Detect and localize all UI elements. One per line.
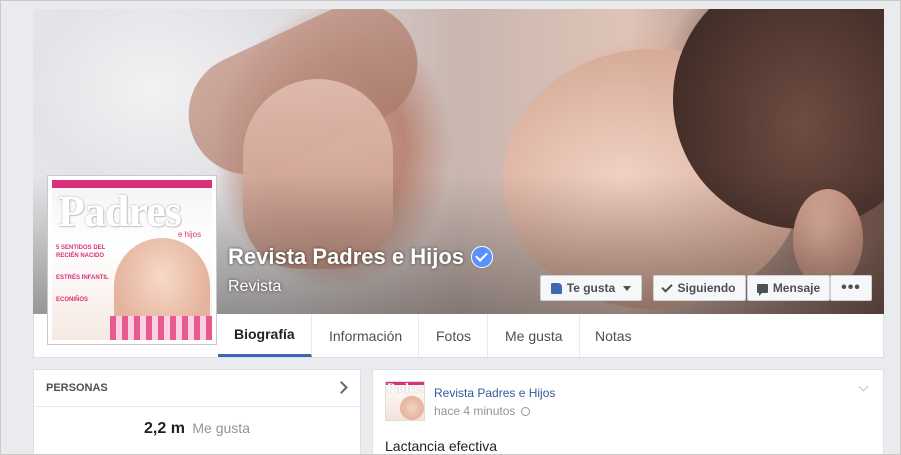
page-name-text[interactable]: Revista Padres e Hijos: [228, 244, 464, 270]
people-card-title: PERSONAS: [46, 382, 108, 394]
caret-down-icon: [623, 285, 632, 291]
magazine-subtitle: e hijos: [178, 230, 202, 239]
message-bubble-icon: [756, 283, 768, 296]
magazine-headline: ECONIÑOS: [56, 297, 89, 303]
following-button[interactable]: Siguiendo: [653, 275, 746, 301]
globe-icon: [521, 406, 531, 416]
post-card: Padres Revista Padres e Hijos hace 4 min…: [372, 369, 884, 454]
magazine-headline: 5 SENTIDOS DEL RECIÉN NACIDO: [56, 245, 106, 259]
like-button-label: Te gusta: [566, 281, 616, 295]
page-title[interactable]: Revista Padres e Hijos: [228, 244, 494, 270]
check-icon: [660, 280, 673, 293]
tab-notas[interactable]: Notas: [579, 314, 648, 357]
post-time-text[interactable]: hace 4 minutos: [434, 404, 515, 418]
magazine-title: Padres: [58, 187, 182, 236]
message-button[interactable]: Mensaje: [747, 275, 830, 301]
more-dots-icon: •••: [841, 279, 861, 296]
post-text: Lactancia efectiva: [385, 438, 498, 454]
tab-biografia[interactable]: Biografía: [218, 314, 312, 357]
magazine-headline: ESTRÉS INFANTIL: [56, 275, 109, 281]
page-category[interactable]: Revista: [228, 278, 281, 296]
facebook-page: Revista Padres e Hijos Revista Te gusta …: [0, 0, 901, 455]
avatar-baby-image: [400, 396, 424, 420]
people-card-header[interactable]: PERSONAS: [34, 370, 360, 407]
thumbs-up-icon: [550, 282, 562, 294]
tab-me-gusta[interactable]: Me gusta: [489, 314, 580, 357]
likes-count: 2,2 m: [144, 420, 185, 437]
verified-badge-icon: [471, 246, 494, 268]
page-likes: 2,2 m Me gusta: [34, 420, 360, 438]
more-options-button[interactable]: •••: [830, 275, 872, 301]
post-author-avatar[interactable]: Padres: [385, 381, 425, 421]
message-button-label: Mensaje: [772, 281, 821, 295]
post-timestamp[interactable]: hace 4 minutos: [434, 404, 531, 418]
magazine-cover: Padres e hijos 5 SENTIDOS DEL RECIÉN NAC…: [52, 180, 212, 340]
tab-fotos[interactable]: Fotos: [420, 314, 489, 357]
profile-picture[interactable]: Padres e hijos 5 SENTIDOS DEL RECIÉN NAC…: [47, 175, 217, 345]
tab-informacion[interactable]: Información: [313, 314, 420, 357]
like-button[interactable]: Te gusta: [540, 275, 642, 301]
magazine-baby-shirt: [110, 316, 212, 340]
post-options-chevron-icon[interactable]: [858, 381, 869, 392]
following-button-label: Siguiendo: [677, 281, 736, 295]
magazine-headlines: 5 SENTIDOS DEL RECIÉN NACIDO ESTRÉS INFA…: [56, 244, 116, 304]
avatar-magazine-title: Padres: [387, 381, 425, 395]
chevron-right-icon[interactable]: [335, 381, 348, 394]
people-card: PERSONAS 2,2 m Me gusta: [33, 369, 361, 454]
post-author-link[interactable]: Revista Padres e Hijos: [434, 386, 555, 400]
likes-label: Me gusta: [192, 420, 250, 436]
